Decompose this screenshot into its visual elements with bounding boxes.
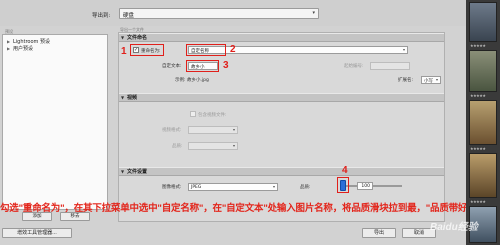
photo-thumbnail[interactable] <box>469 2 497 42</box>
rating-stars: ★★★★★ <box>470 146 486 151</box>
preset-tree: ▶ Lightroom 预设 ▶ 用户预设 <box>2 34 108 210</box>
video-section-header[interactable]: ▼ 视频 <box>119 93 444 102</box>
tree-item-user-presets[interactable]: ▶ 用户预设 <box>7 45 33 52</box>
chevron-down-icon: ▾ <box>312 10 315 16</box>
annotation-number-2: 2 <box>230 44 236 55</box>
photo-thumbnail[interactable] <box>469 50 497 92</box>
section-title: 视频 <box>127 95 138 101</box>
extension-label: 扩展名: <box>398 78 414 83</box>
rating-stars: ★★★★★ <box>470 199 486 204</box>
include-video-label: 包含视频文件: <box>198 113 227 118</box>
file-naming-section-header[interactable]: ▼ 文件命名 <box>119 33 444 42</box>
chevron-down-icon: ▾ <box>435 77 438 82</box>
annotation-number-4: 4 <box>342 165 348 176</box>
include-video-checkbox[interactable] <box>190 111 196 117</box>
start-number-label: 起始编号: <box>344 64 364 69</box>
start-number-input[interactable] <box>370 62 410 70</box>
annotation-box-quality-slider <box>337 177 349 193</box>
photo-thumbnail[interactable] <box>469 153 497 198</box>
triangle-down-icon: ▼ <box>121 95 125 100</box>
video-format-select[interactable]: ▾ <box>188 126 238 134</box>
tree-item-label: 用户预设 <box>13 46 34 52</box>
quality-label: 品质: <box>300 185 311 190</box>
filmstrip: ★★★★★ ★★★★★ ★★★★★ ★★★★★ <box>466 0 500 245</box>
section-title: 文件命名 <box>127 35 148 41</box>
custom-text-label: 自定文本: <box>162 64 182 69</box>
watermark: Baidu经验 <box>430 222 478 233</box>
instruction-caption: 勾选"重命名为"，在其下拉菜单中选中"自定名称"，在"自定文本"处输入图片名称，… <box>0 203 468 214</box>
plugin-manager-button[interactable]: 增效工具管理器... <box>2 228 72 238</box>
section-title: 文件设置 <box>127 169 148 175</box>
quality-value-input[interactable]: 100 <box>357 182 373 190</box>
annotation-number-3: 3 <box>223 60 229 71</box>
chevron-down-icon: ▾ <box>232 143 235 148</box>
video-quality-select[interactable]: ▾ <box>188 142 238 150</box>
annotation-number-1: 1 <box>121 46 127 57</box>
example-filename: 示例: 故乡小.jpg <box>175 78 209 83</box>
annotation-box-custom-text <box>186 60 219 72</box>
tree-item-lightroom-presets[interactable]: ▶ Lightroom 预设 <box>7 38 50 45</box>
rating-stars: ★★★★★ <box>470 43 486 48</box>
video-format-label: 视频格式: <box>162 128 182 133</box>
file-settings-section-header[interactable]: ▼ 文件设置 <box>119 167 444 176</box>
triangle-down-icon: ▼ <box>121 169 125 174</box>
image-format-value: JPEG <box>191 185 202 190</box>
chevron-down-icon: ▾ <box>402 47 405 52</box>
annotation-box-rename <box>130 44 164 56</box>
extension-value: 小写 <box>424 79 433 84</box>
chevron-down-icon: ▾ <box>272 184 275 189</box>
triangle-down-icon: ▼ <box>121 35 125 40</box>
image-format-label: 图像格式: <box>162 185 182 190</box>
export-to-select[interactable]: 硬盘 ▾ <box>119 8 319 19</box>
image-format-select[interactable]: JPEG ▾ <box>188 183 278 191</box>
export-button[interactable]: 导出 <box>362 228 396 238</box>
export-to-label: 导出到: <box>92 13 111 19</box>
export-to-value: 硬盘 <box>123 13 135 19</box>
annotation-box-custom-name <box>186 44 226 56</box>
chevron-down-icon: ▾ <box>232 127 235 132</box>
video-quality-label: 品质: <box>172 144 183 149</box>
rating-stars: ★★★★★ <box>470 93 486 98</box>
photo-thumbnail[interactable] <box>469 100 497 145</box>
extension-select[interactable]: 小写 ▾ <box>421 76 441 84</box>
